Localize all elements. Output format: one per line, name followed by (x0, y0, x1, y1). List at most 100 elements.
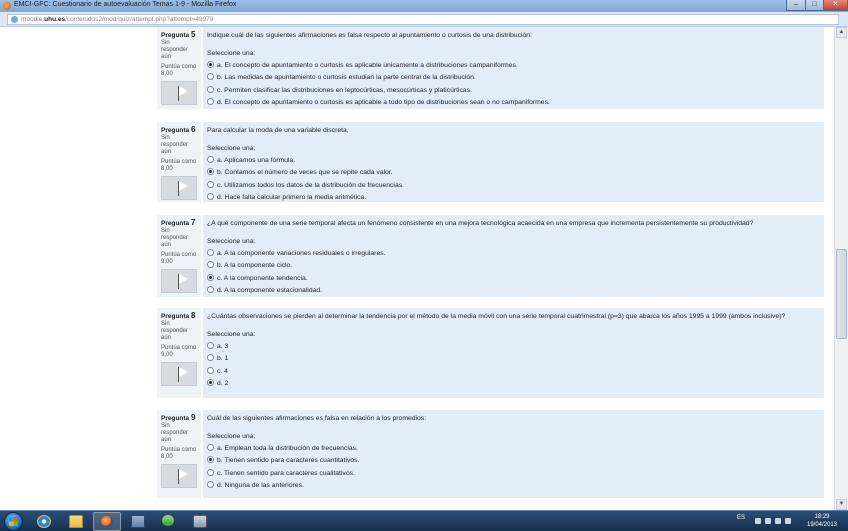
radio-button[interactable] (207, 354, 214, 362)
answer-option-label[interactable]: a. Emplean toda la distribución de frecu… (217, 445, 358, 452)
radio-button[interactable] (207, 261, 214, 269)
taskbar-firefox[interactable] (93, 512, 121, 531)
flag-question-button[interactable] (161, 176, 197, 200)
taskbar-internet-explorer[interactable] (30, 512, 56, 529)
scrollbar-thumb[interactable] (836, 249, 847, 339)
window-title: EMCI-GFC: Cuestionario de autoevaluación… (14, 1, 237, 8)
address-bar[interactable]: moodle.uhu.es/contenidos2/mod/quiz/attem… (7, 14, 839, 25)
question-content: Indique cuál de las siguientes afirmacio… (203, 27, 824, 109)
radio-button[interactable] (207, 97, 214, 105)
question-text: Cuál de las siguientes afirmaciones es f… (207, 415, 427, 422)
close-button[interactable]: ✕ (823, 0, 848, 11)
taskbar-app[interactable] (155, 512, 181, 529)
answer-option-label[interactable]: a. A la componente variaciones residuale… (217, 250, 386, 257)
start-button[interactable] (4, 512, 23, 531)
radio-button[interactable] (207, 273, 214, 281)
vertical-scrollbar[interactable]: ▲ ▼ (834, 27, 848, 510)
answer-option[interactable]: b. Tienen sentido para caracteres cuanti… (207, 456, 818, 465)
minimize-button[interactable]: – (786, 0, 806, 11)
answer-option[interactable]: b. Las medidas de apuntamiento o curtosi… (207, 73, 818, 82)
radio-button[interactable] (207, 378, 214, 386)
site-identity-icon[interactable] (11, 16, 18, 23)
radio-button[interactable] (207, 468, 214, 476)
question-info: Pregunta 6 Sin responder aún Puntúa como 8… (157, 122, 201, 202)
scroll-down-arrow-icon[interactable]: ▼ (836, 499, 847, 510)
radio-button[interactable] (207, 61, 214, 69)
answer-option[interactable]: d. 2 (207, 378, 818, 388)
radio-button[interactable] (207, 73, 214, 81)
answer-option[interactable]: b. A la componente ciclo. (207, 261, 818, 270)
answer-option-label[interactable]: b. A la componente ciclo. (217, 262, 292, 269)
question-number: Pregunta 7 (161, 218, 196, 227)
radio-button[interactable] (207, 480, 214, 488)
answer-option[interactable]: a. Emplean toda la distribución de frecu… (207, 444, 818, 453)
answer-option-label[interactable]: a. El concepto de apuntamiento o curtosi… (217, 62, 518, 69)
answer-option[interactable]: b. 1 (207, 354, 818, 363)
answer-option-label[interactable]: b. Las medidas de apuntamiento o curtosi… (217, 74, 476, 81)
radio-button[interactable] (207, 444, 214, 452)
question-state: Sin responder aún (161, 321, 189, 341)
radio-button[interactable] (207, 366, 214, 374)
answer-option[interactable]: a. El concepto de apuntamiento o curtosi… (207, 61, 818, 70)
radio-button[interactable] (207, 156, 214, 164)
answer-option-label[interactable]: d. El concepto de apuntamiento o curtosi… (217, 99, 550, 106)
answer-option-label[interactable]: c. A la componente tendencia. (217, 275, 308, 282)
answer-option[interactable]: c. A la componente tendencia. (207, 273, 818, 283)
tray-network-icon[interactable] (765, 518, 771, 524)
taskbar-tool[interactable] (186, 512, 212, 529)
select-one-prompt: Seleccione una: (207, 50, 256, 57)
tray-arrow-icon[interactable] (755, 518, 761, 524)
answer-option-label[interactable]: b. Contamos el número de veces que se re… (217, 169, 393, 176)
question-content: Cuál de las siguientes afirmaciones es f… (203, 410, 824, 498)
flag-question-button[interactable] (161, 269, 197, 293)
flag-question-button[interactable] (161, 362, 197, 386)
answer-option-label[interactable]: c. Permiten clasificar las distribucione… (217, 87, 472, 94)
internet-explorer-icon (37, 515, 51, 528)
radio-button[interactable] (207, 180, 214, 188)
flag-question-button[interactable] (161, 81, 197, 105)
answer-option[interactable]: d. Ninguna de las anteriores. (207, 480, 818, 490)
answer-option-label[interactable]: d. Ninguna de las anteriores. (217, 482, 304, 489)
taskbar: ES 18:29 19/04/2013 (0, 510, 848, 531)
taskbar-file-explorer[interactable] (62, 512, 88, 529)
maximize-button[interactable]: □ (805, 0, 824, 11)
radio-button[interactable] (207, 342, 214, 350)
radio-button[interactable] (207, 168, 214, 176)
radio-button[interactable] (207, 456, 214, 464)
answer-option[interactable]: a. A la componente variaciones residuale… (207, 249, 818, 258)
answer-option[interactable]: c. Utilizamos todos los datos de la dist… (207, 180, 818, 190)
answer-option[interactable]: b. Contamos el número de veces que se re… (207, 168, 818, 177)
tray-volume-icon[interactable] (785, 518, 791, 524)
scroll-up-arrow-icon[interactable]: ▲ (836, 27, 847, 38)
answer-option[interactable]: c. Tienen sentido para caracteres cualit… (207, 468, 818, 478)
radio-button[interactable] (207, 285, 214, 293)
system-clock[interactable]: 18:29 19/04/2013 (804, 513, 840, 529)
answer-option[interactable]: d. El concepto de apuntamiento o curtosi… (207, 97, 818, 107)
answer-option-label[interactable]: b. 1 (217, 355, 228, 362)
radio-button[interactable] (207, 249, 214, 257)
answer-option[interactable]: d. A la componente estacionalidad. (207, 285, 818, 295)
answer-option-label[interactable]: c. Utilizamos todos los datos de la dist… (217, 182, 404, 189)
flag-question-button[interactable] (161, 464, 197, 488)
answer-option-label[interactable]: a. 3 (217, 343, 228, 350)
language-indicator[interactable]: ES (737, 515, 745, 521)
radio-button[interactable] (207, 192, 214, 200)
answer-option[interactable]: c. 4 (207, 366, 818, 376)
answer-option-label[interactable]: a. Aplicamos una fórmula. (217, 157, 295, 164)
taskbar-virtualbox[interactable] (124, 512, 150, 529)
answer-option-label[interactable]: b. Tienen sentido para caracteres cuanti… (217, 457, 359, 464)
answer-option[interactable]: a. Aplicamos una fórmula. (207, 156, 818, 165)
question-state: Sin responder aún (161, 135, 189, 155)
answer-option[interactable]: c. Permiten clasificar las distribucione… (207, 85, 818, 95)
navigation-bar: moodle.uhu.es/contenidos2/mod/quiz/attem… (0, 12, 848, 27)
answer-option[interactable]: d. Hace falta calcular primero la media … (207, 192, 818, 202)
radio-button[interactable] (207, 85, 214, 93)
answer-option-label[interactable]: d. A la componente estacionalidad. (217, 287, 322, 294)
answer-option[interactable]: a. 3 (207, 342, 818, 351)
question-block: Pregunta 5 Sin responder aún Puntúa como 8… (157, 27, 824, 109)
answer-option-label[interactable]: c. 4 (217, 368, 228, 375)
answer-option-label[interactable]: d. Hace falta calcular primero la media … (217, 194, 366, 201)
answer-option-label[interactable]: c. Tienen sentido para caracteres cualit… (217, 470, 355, 477)
answer-option-label[interactable]: d. 2 (217, 380, 228, 387)
tray-flag-icon[interactable] (775, 518, 781, 524)
